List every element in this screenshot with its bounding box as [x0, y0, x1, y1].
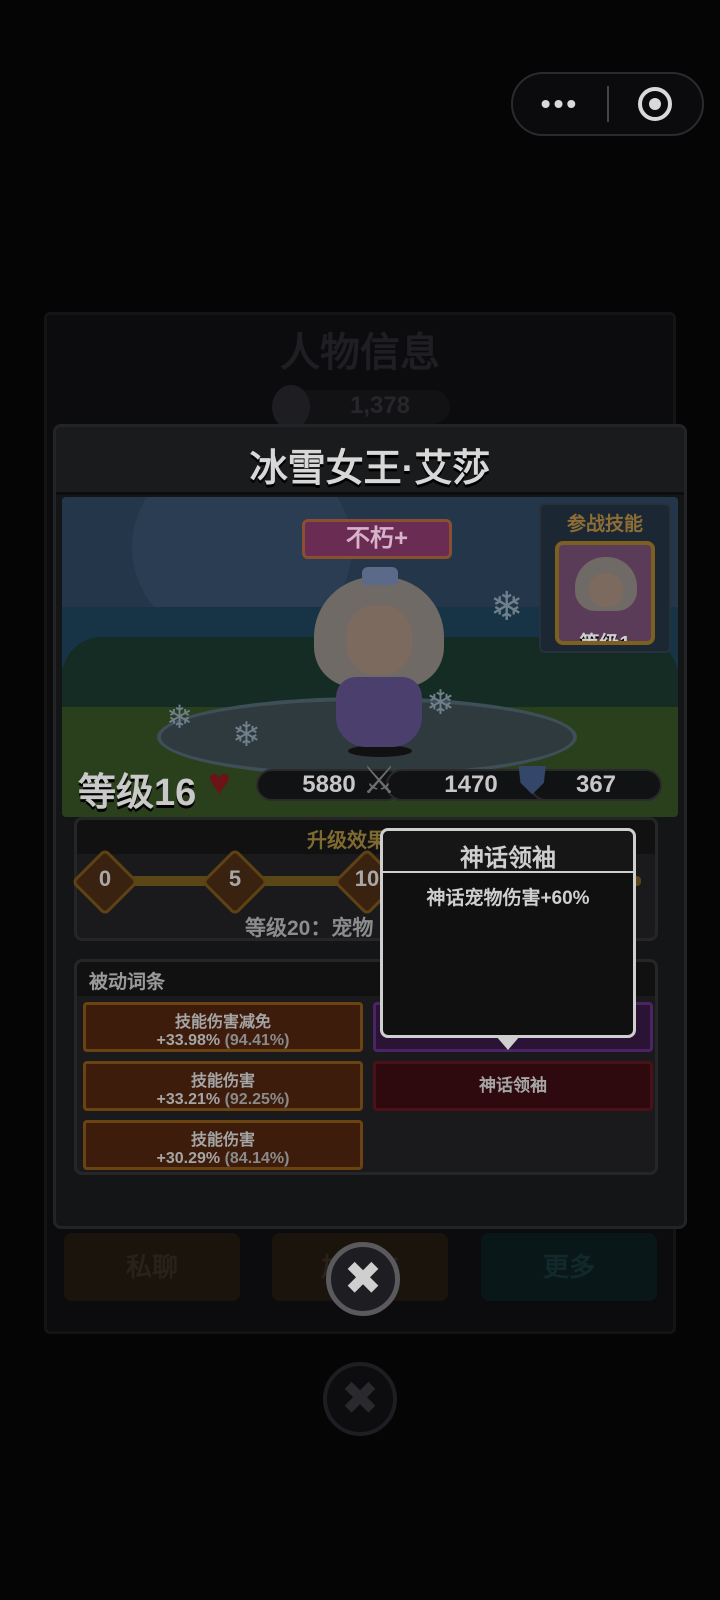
passive-entry-special[interactable]: 神话领袖 [373, 1061, 653, 1111]
snowflake-icon: ❄ [490, 585, 524, 629]
defense-stat: 367 [530, 769, 662, 801]
private-chat-button[interactable]: 私聊 [64, 1233, 240, 1301]
entry-name: 技能伤害 [190, 1132, 255, 1149]
entry-percent: (84.14%) [224, 1150, 290, 1167]
tooltip-body: 神话宠物伤害+60% [426, 888, 590, 909]
skill-card[interactable]: 等级1 [555, 541, 655, 645]
entry-value-line: +30.29% (84.14%) [86, 1150, 360, 1168]
passive-entry[interactable]: 技能伤害 +33.21% (92.25%) [83, 1061, 363, 1111]
battle-skill-label: 参战技能 [566, 514, 643, 535]
entry-value-line: +33.21% (92.25%) [86, 1091, 360, 1109]
dialog-header: 冰雪女王·艾莎 [56, 427, 684, 495]
entry-tooltip: 神话领袖 神话宠物伤害+60% [380, 828, 636, 1038]
hero-character [314, 567, 444, 757]
passive-entries-title: 被动词条 [89, 972, 166, 993]
shield-icon: ⛊ [518, 760, 547, 802]
tooltip-arrow [496, 1036, 520, 1050]
more-button[interactable]: 更多 [481, 1233, 657, 1301]
skill-level: 等级1 [579, 633, 631, 645]
close-mini-program-button[interactable] [609, 87, 702, 121]
close-button[interactable]: ✖ [326, 1242, 400, 1316]
entry-percent: (94.41%) [224, 1032, 290, 1049]
skill-portrait-face [589, 573, 623, 607]
hero-name: 冰雪女王·艾莎 [249, 448, 491, 490]
entry-name: 技能伤害减免 [174, 1014, 271, 1031]
snowflake-icon: ❄ [426, 684, 455, 722]
character-dress [336, 677, 422, 747]
coin-value: 1,378 [349, 392, 411, 419]
hero-detail-dialog: 冰雪女王·艾莎 不朽+ ❄ ❄ ❄ ❄ 参战技能 等级1 等级16 5880 ♥… [53, 424, 687, 1229]
tooltip-title: 神话领袖 [460, 845, 556, 872]
entry-value: +33.98% [156, 1032, 221, 1049]
passive-entry[interactable]: 技能伤害 +30.29% (84.14%) [83, 1120, 363, 1170]
grade-badge: 不朽+ [302, 519, 452, 559]
entry-percent: (92.25%) [224, 1091, 290, 1108]
milestone-label: 5 [228, 866, 242, 891]
crown-icon [362, 567, 398, 585]
upgrade-description: 等级20：宠物 [245, 917, 374, 940]
character-face [346, 605, 412, 675]
heart-icon: ♥ [208, 762, 231, 804]
snowflake-icon: ❄ [166, 699, 193, 735]
hero-level: 等级16 [78, 772, 197, 814]
target-icon [638, 87, 673, 121]
sword-icon: ⚔ [362, 760, 397, 802]
entry-value: +33.21% [156, 1091, 221, 1108]
battle-skill-box[interactable]: 参战技能 等级1 [539, 503, 671, 653]
entry-value: +30.29% [156, 1150, 221, 1167]
coin-icon [272, 385, 310, 429]
mini-program-capsule: ••• [511, 72, 704, 136]
entry-name: 技能伤害 [190, 1073, 255, 1090]
profile-title: 人物信息 [280, 331, 440, 375]
snowflake-icon: ❄ [232, 716, 261, 754]
more-menu-button[interactable]: ••• [513, 74, 607, 134]
upgrade-effect-title: 升级效果 [307, 830, 387, 852]
passive-entry[interactable]: 技能伤害减免 +33.98% (94.41%) [83, 1002, 363, 1052]
tooltip-header: 神话领袖 [383, 831, 633, 873]
entry-name: 神话领袖 [479, 1076, 547, 1095]
profile-close-button[interactable]: ✖ [323, 1362, 397, 1436]
milestone-label: 0 [98, 866, 112, 891]
entry-value-line: +33.98% (94.41%) [86, 1032, 360, 1050]
